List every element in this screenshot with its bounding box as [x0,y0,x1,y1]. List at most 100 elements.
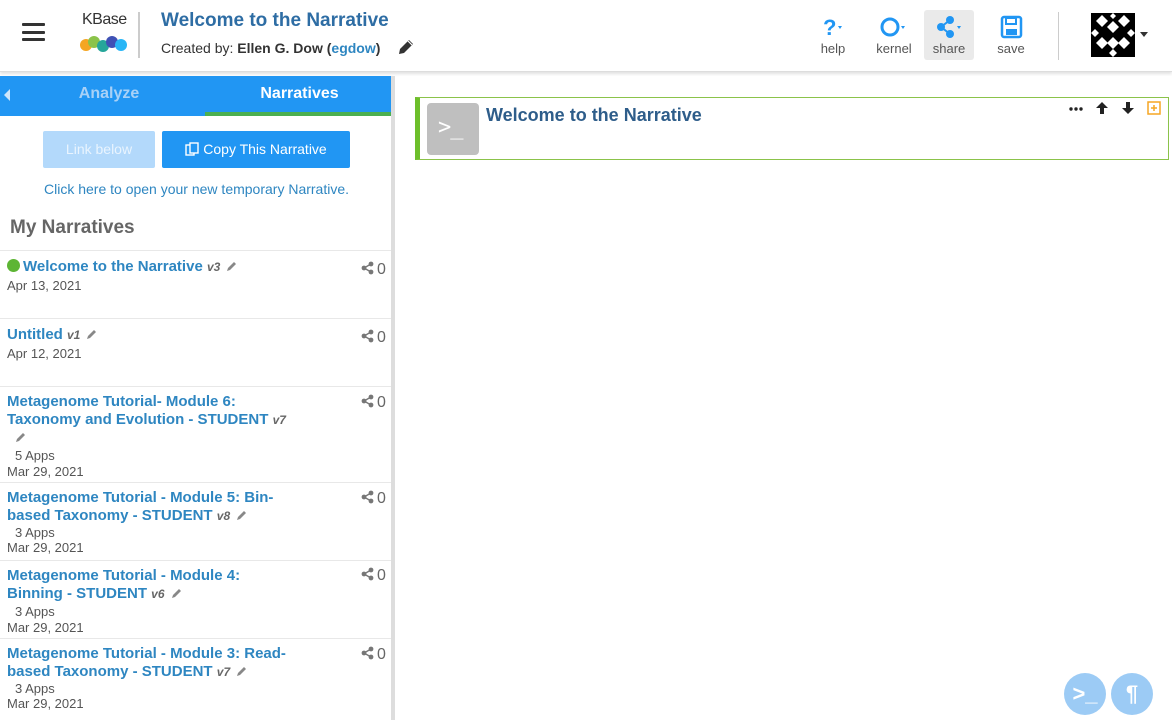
list-item[interactable]: Metagenome Tutorial- Module 6: Taxonomy … [0,386,391,482]
collapse-panel-icon[interactable] [4,89,10,101]
help-label: help [820,41,846,56]
share-count[interactable]: 0 [361,490,386,508]
side-panel: Analyze Narratives Link below Copy This … [0,76,395,720]
side-tabs: Analyze Narratives [0,76,391,116]
help-icon: ? [823,15,842,40]
share-count[interactable]: 0 [361,567,386,585]
copy-narrative-label: Copy This Narrative [203,141,327,157]
list-item[interactable]: Untitled v1 Apr 12, 2021 0 [0,318,391,386]
share-count-value: 0 [377,394,386,411]
version-label: v7 [272,413,286,427]
top-header: KBase Welcome to the Narrative Created b… [0,0,1172,72]
share-count-value: 0 [377,646,386,663]
edit-pencil-icon[interactable] [15,431,27,443]
edit-pencil-icon[interactable] [226,260,238,272]
hamburger-menu-icon[interactable] [22,23,45,41]
share-count[interactable]: 0 [361,646,386,664]
logo-dots-icon [80,36,127,52]
apps-count: 5 Apps [15,448,55,463]
rename-pencil-icon[interactable] [397,38,415,56]
edit-pencil-icon[interactable] [171,587,183,599]
list-item[interactable]: Metagenome Tutorial - Module 5: Bin-base… [0,482,391,560]
share-count[interactable]: 0 [361,261,386,279]
narrative-main-area: >_ Welcome to the Narrative >_ ¶ [399,76,1172,720]
narrative-date: Mar 29, 2021 [7,540,84,555]
created-by: Created by: Ellen G. Dow (egdow) [161,40,381,56]
help-button[interactable]: ? help [808,10,858,60]
share-icon [361,261,374,275]
markdown-cell-glyph: ¶ [1125,681,1139,706]
kernel-label: kernel [876,41,912,56]
move-down-icon[interactable] [1120,100,1136,116]
list-item[interactable]: Welcome to the Narrative v3 Apr 13, 2021… [0,250,391,318]
narrative-title-link[interactable]: Metagenome Tutorial- Module 6: Taxonomy … [7,393,268,428]
header-separator [1058,12,1059,60]
share-icon [361,567,374,581]
more-options-icon[interactable] [1068,100,1084,116]
share-button[interactable]: share [924,10,974,60]
user-avatar[interactable] [1091,13,1135,57]
narrative-date: Apr 12, 2021 [7,346,82,361]
add-markdown-cell-button[interactable]: ¶ [1111,673,1153,715]
edit-pencil-icon[interactable] [236,665,248,677]
narrative-title-link[interactable]: Welcome to the Narrative [23,258,203,275]
narrative-title-link[interactable]: Metagenome Tutorial - Module 4: Binning … [7,567,240,602]
share-label: share [932,41,966,56]
version-label: v6 [151,587,165,601]
narrative-date: Mar 29, 2021 [7,464,84,479]
share-icon [361,329,374,343]
active-status-dot [7,259,20,272]
copy-icon [185,142,199,156]
save-icon [1000,15,1023,39]
kbase-logo[interactable]: KBase [78,11,130,57]
version-label: v7 [216,665,231,679]
version-label: v1 [67,328,81,342]
svg-text:?: ? [823,15,836,40]
copy-narrative-button[interactable]: Copy This Narrative [162,131,350,168]
share-count[interactable]: 0 [361,394,386,412]
narrative-title-link[interactable]: Untitled [7,326,63,343]
link-below-button[interactable]: Link below [43,131,155,168]
narrative-title-link[interactable]: Metagenome Tutorial - Module 5: Bin-base… [7,489,273,524]
open-temporary-narrative-link[interactable]: Click here to open your new temporary Na… [44,181,349,197]
list-item[interactable]: Metagenome Tutorial - Module 4: Binning … [0,560,391,638]
add-code-cell-button[interactable]: >_ [1064,673,1106,715]
share-count[interactable]: 0 [361,329,386,347]
terminal-icon: >_ [427,103,479,155]
version-label: v8 [216,509,231,523]
share-icon [361,394,374,408]
narrative-date: Apr 13, 2021 [7,278,82,293]
share-count-value: 0 [377,490,386,507]
tab-analyze[interactable]: Analyze [14,76,204,116]
share-icon [361,490,374,504]
share-icon [937,16,961,38]
kernel-button[interactable]: kernel [869,10,919,60]
edit-pencil-icon[interactable] [86,328,98,340]
version-label: v3 [206,260,221,274]
edit-pencil-icon[interactable] [236,509,248,521]
apps-count: 3 Apps [15,525,55,540]
apps-count: 3 Apps [15,681,55,696]
move-up-icon[interactable] [1094,100,1110,116]
logo-text: KBase [82,11,127,28]
save-button[interactable]: save [986,10,1036,60]
list-item[interactable]: Metagenome Tutorial - Module 3: Read-bas… [0,638,391,718]
apps-count: 3 Apps [15,604,55,619]
share-count-value: 0 [377,567,386,584]
tab-narratives[interactable]: Narratives [205,76,391,116]
narrative-date: Mar 29, 2021 [7,696,84,711]
code-cell-glyph: >_ [1072,681,1098,706]
markdown-cell[interactable]: >_ Welcome to the Narrative [415,97,1169,160]
save-label: save [997,41,1025,56]
narrative-title: Welcome to the Narrative [161,10,389,31]
share-count-value: 0 [377,329,386,346]
narrative-date: Mar 29, 2021 [7,620,84,635]
created-prefix: Created by: [161,40,234,56]
cell-toolbar [1068,100,1172,118]
avatar-caret-icon[interactable] [1140,32,1148,37]
terminal-glyph: >_ [438,115,463,140]
author-username-link[interactable]: egdow [331,40,375,56]
my-narratives-heading: My Narratives [10,217,135,238]
kernel-icon [880,17,905,37]
expand-cell-icon[interactable] [1146,100,1162,116]
